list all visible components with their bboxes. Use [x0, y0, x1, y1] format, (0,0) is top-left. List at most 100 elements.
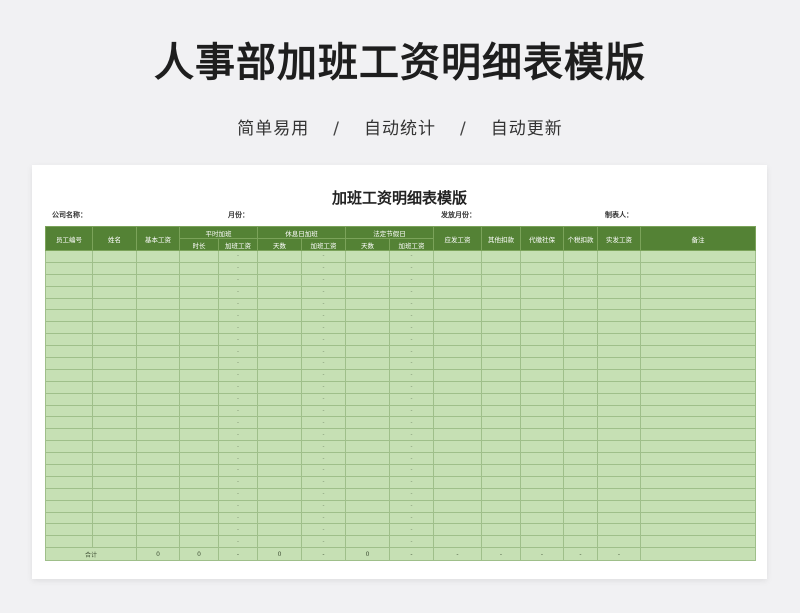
table-cell[interactable]: -: [301, 368, 346, 382]
table-cell[interactable]: [345, 535, 390, 549]
table-cell[interactable]: [136, 499, 180, 513]
table-cell[interactable]: [179, 345, 219, 359]
table-cell[interactable]: [92, 511, 137, 525]
table-cell[interactable]: [257, 261, 302, 275]
table-cell[interactable]: [92, 380, 137, 394]
table-cell[interactable]: [597, 285, 641, 299]
table-cell[interactable]: [345, 392, 390, 406]
table-cell[interactable]: [520, 440, 564, 454]
table-cell[interactable]: [597, 368, 641, 382]
table-cell[interactable]: -: [301, 392, 346, 406]
table-cell[interactable]: -: [389, 440, 434, 454]
table-cell[interactable]: [640, 428, 756, 442]
table-cell[interactable]: [179, 535, 219, 549]
table-cell[interactable]: [597, 416, 641, 430]
table-cell[interactable]: [433, 487, 482, 501]
table-cell[interactable]: [520, 499, 564, 513]
table-cell[interactable]: [640, 440, 756, 454]
table-cell[interactable]: [92, 357, 137, 370]
table-cell[interactable]: [257, 273, 302, 287]
table-cell[interactable]: [179, 523, 219, 537]
table-cell[interactable]: [92, 499, 137, 513]
table-cell[interactable]: [257, 535, 302, 549]
table-cell[interactable]: [136, 285, 180, 299]
table-cell[interactable]: [481, 273, 521, 287]
table-cell[interactable]: -: [389, 428, 434, 442]
table-cell[interactable]: [481, 499, 521, 513]
table-cell[interactable]: -: [301, 321, 346, 335]
table-cell[interactable]: [179, 428, 219, 442]
table-cell[interactable]: [640, 261, 756, 275]
table-cell[interactable]: [92, 250, 137, 263]
table-cell[interactable]: [345, 404, 390, 418]
table-cell[interactable]: [563, 333, 598, 347]
table-cell[interactable]: [520, 392, 564, 406]
table-cell[interactable]: [179, 404, 219, 418]
table-cell[interactable]: [136, 464, 180, 477]
table-cell[interactable]: [257, 452, 302, 466]
table-cell[interactable]: [597, 404, 641, 418]
table-cell[interactable]: [563, 464, 598, 477]
table-cell[interactable]: [179, 499, 219, 513]
table-cell[interactable]: -: [389, 416, 434, 430]
table-cell[interactable]: [45, 487, 93, 501]
table-cell[interactable]: -: [301, 297, 346, 311]
table-cell[interactable]: [136, 511, 180, 525]
table-cell[interactable]: [45, 309, 93, 323]
table-cell[interactable]: [179, 357, 219, 370]
table-cell[interactable]: -: [218, 499, 258, 513]
table-cell[interactable]: [640, 368, 756, 382]
table-cell[interactable]: -: [218, 487, 258, 501]
table-cell[interactable]: [92, 404, 137, 418]
table-cell[interactable]: [563, 535, 598, 549]
table-cell[interactable]: [563, 475, 598, 489]
table-cell[interactable]: -: [389, 285, 434, 299]
table-cell[interactable]: [520, 452, 564, 466]
table-cell[interactable]: [433, 523, 482, 537]
table-cell[interactable]: [45, 440, 93, 454]
table-cell[interactable]: [563, 404, 598, 418]
table-cell[interactable]: [179, 464, 219, 477]
table-cell[interactable]: [45, 250, 93, 263]
table-cell[interactable]: [640, 499, 756, 513]
table-cell[interactable]: [345, 309, 390, 323]
table-cell[interactable]: [92, 345, 137, 359]
table-cell[interactable]: [563, 285, 598, 299]
table-cell[interactable]: [520, 261, 564, 275]
table-cell[interactable]: [597, 464, 641, 477]
table-cell[interactable]: [563, 440, 598, 454]
table-cell[interactable]: [45, 464, 93, 477]
table-cell[interactable]: -: [301, 380, 346, 394]
table-cell[interactable]: -: [389, 404, 434, 418]
table-cell[interactable]: [481, 428, 521, 442]
table-cell[interactable]: -: [389, 452, 434, 466]
table-cell[interactable]: [45, 321, 93, 335]
table-cell[interactable]: [481, 511, 521, 525]
table-cell[interactable]: [257, 309, 302, 323]
table-cell[interactable]: -: [301, 309, 346, 323]
table-cell[interactable]: [179, 261, 219, 275]
table-cell[interactable]: [520, 404, 564, 418]
table-cell[interactable]: [597, 487, 641, 501]
table-cell[interactable]: [257, 499, 302, 513]
table-cell[interactable]: [45, 345, 93, 359]
table-cell[interactable]: -: [218, 333, 258, 347]
table-cell[interactable]: [92, 523, 137, 537]
table-cell[interactable]: [92, 416, 137, 430]
table-cell[interactable]: [640, 535, 756, 549]
table-cell[interactable]: [257, 357, 302, 370]
table-cell[interactable]: [92, 487, 137, 501]
table-cell[interactable]: [92, 261, 137, 275]
table-cell[interactable]: [92, 428, 137, 442]
table-cell[interactable]: [640, 285, 756, 299]
table-cell[interactable]: [345, 333, 390, 347]
table-cell[interactable]: -: [301, 464, 346, 477]
table-cell[interactable]: [481, 345, 521, 359]
table-cell[interactable]: [520, 357, 564, 370]
table-cell[interactable]: [563, 345, 598, 359]
table-cell[interactable]: [257, 511, 302, 525]
table-cell[interactable]: -: [218, 416, 258, 430]
table-cell[interactable]: [345, 321, 390, 335]
table-cell[interactable]: [179, 333, 219, 347]
table-cell[interactable]: [433, 357, 482, 370]
